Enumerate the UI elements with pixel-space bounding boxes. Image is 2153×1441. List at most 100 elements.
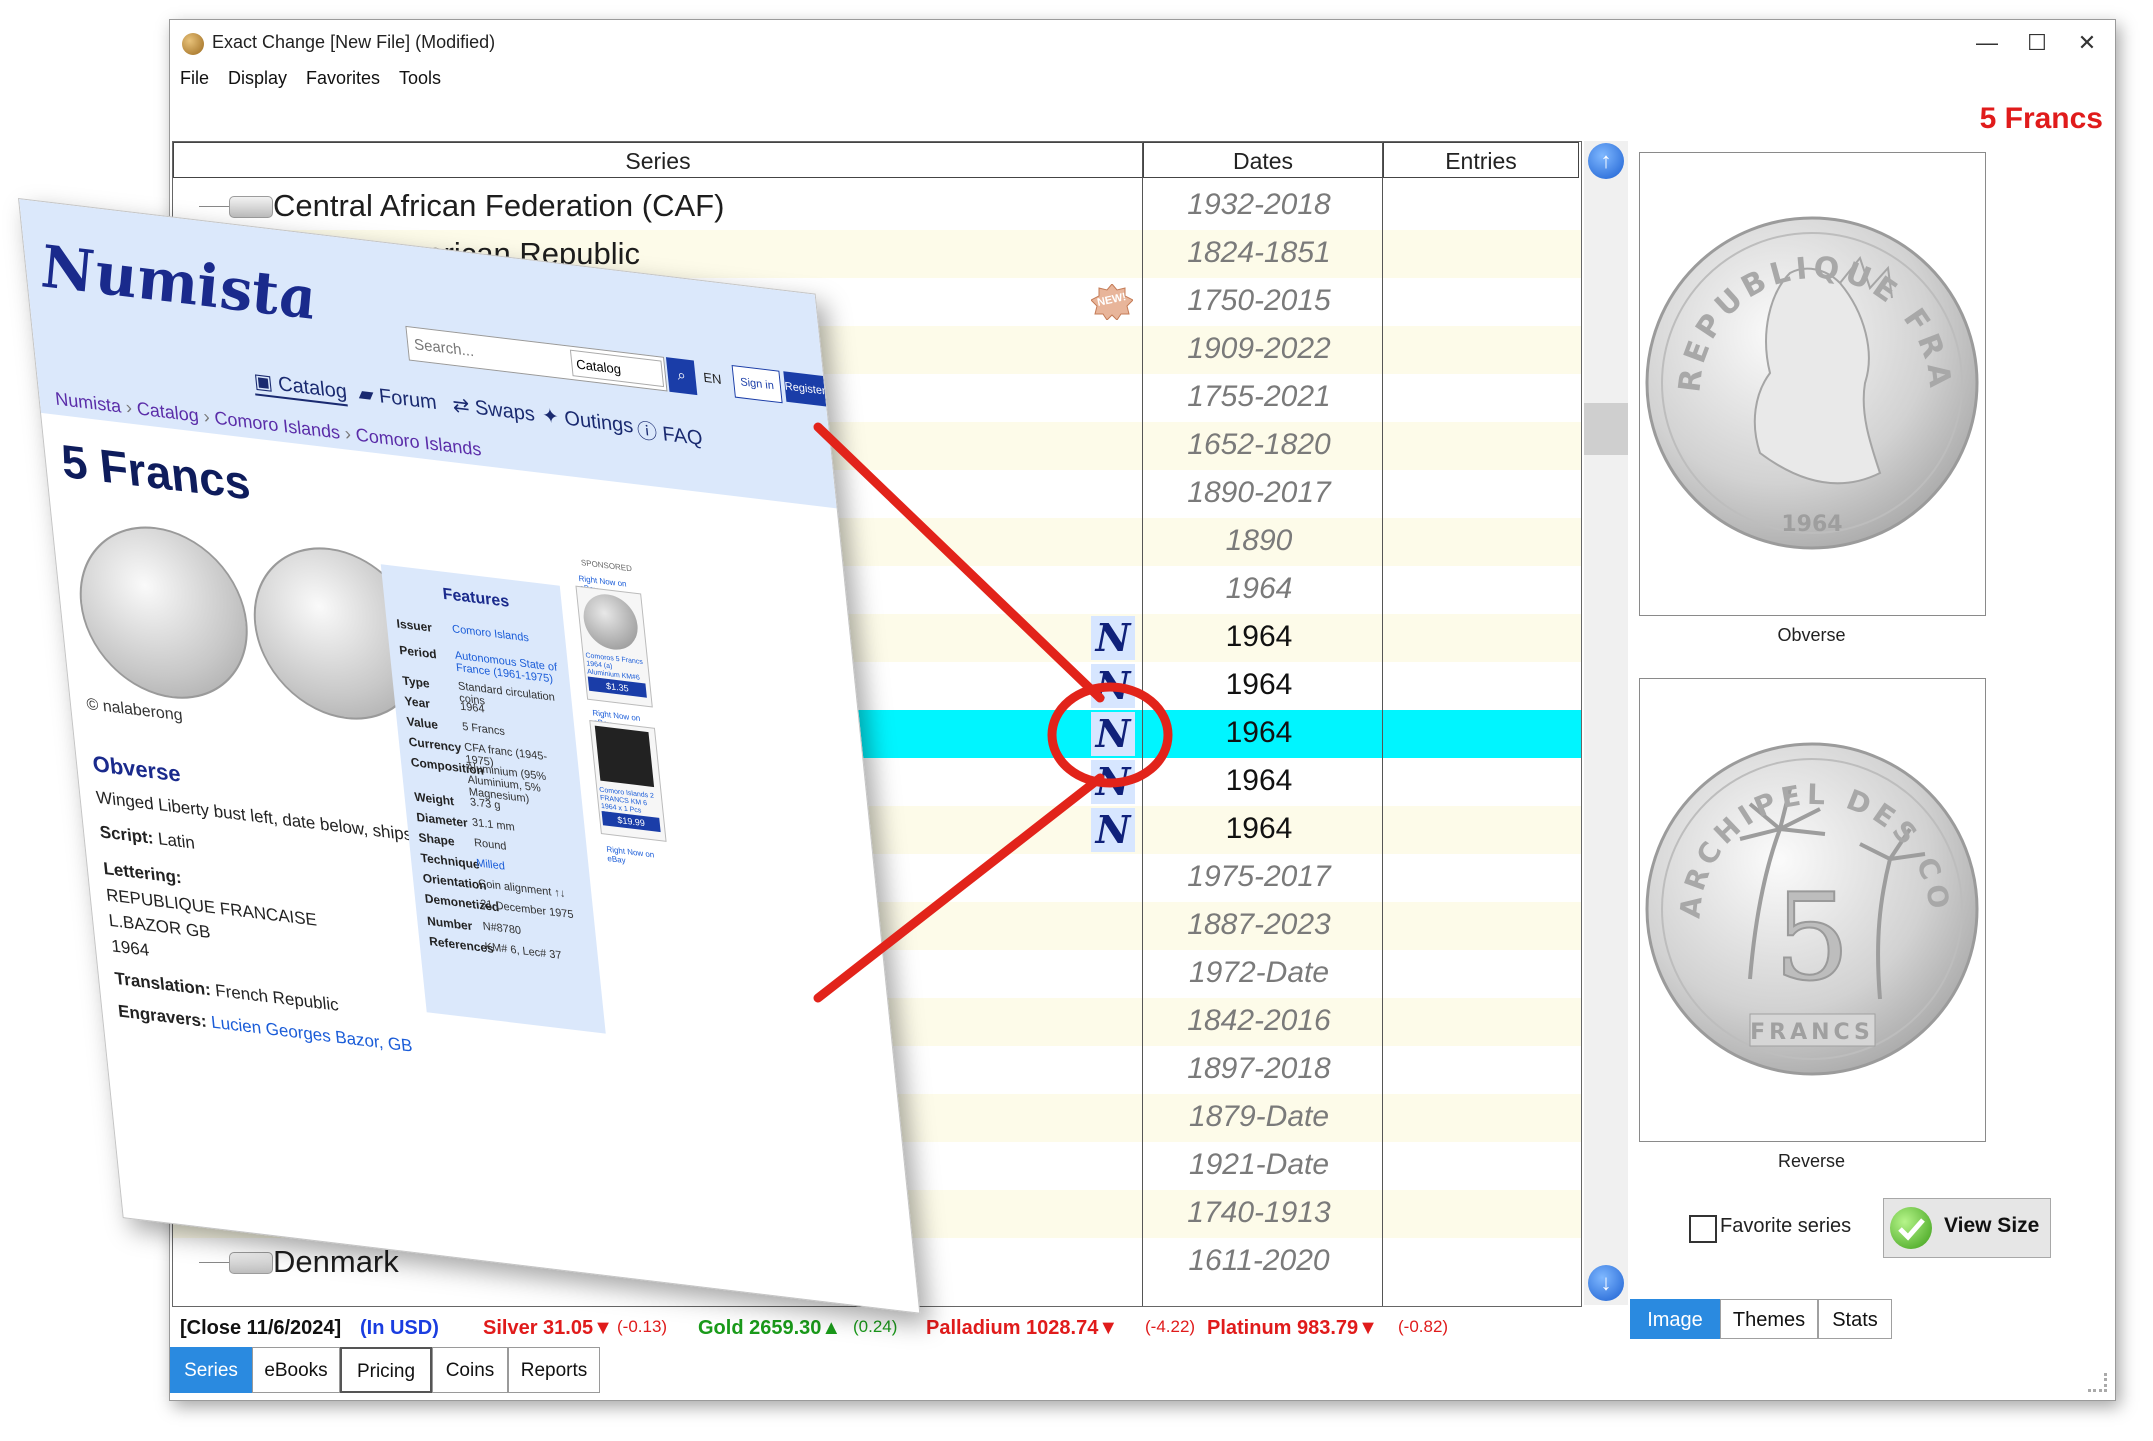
new-badge-icon: NEW!: [1090, 283, 1134, 321]
reverse-caption: Reverse: [1777, 1151, 1846, 1171]
app-coin-icon: [182, 33, 204, 55]
window-title: Exact Change [New File] (Modified): [212, 32, 496, 52]
feature-key: Year: [403, 693, 431, 712]
ebay-ad-2[interactable]: Comoro Islands 2 FRANCS KM 6 1964 x 1 Pc…: [589, 719, 667, 842]
script-label: Script:: [98, 822, 155, 848]
feature-value: 31 December 1975: [479, 897, 575, 922]
nav-label: FAQ: [661, 422, 704, 451]
column-header-series[interactable]: Series: [173, 142, 1143, 178]
sponsored-label: SPONSORED: [580, 558, 633, 574]
maximize-button[interactable]: ☐: [2015, 26, 2059, 60]
dates-cell: 1890: [1225, 524, 1293, 557]
nav-label: Catalog: [277, 372, 348, 404]
dates-cell: 1755-2021: [1187, 380, 1331, 413]
ad3-label: Right Now on eBay: [605, 844, 655, 866]
numista-link-icon[interactable]: N: [1091, 760, 1135, 804]
close-date: [Close 11/6/2024]: [180, 1317, 342, 1339]
ad2-coin-icon: [594, 725, 655, 788]
numista-script: Script: Latin: [99, 822, 196, 854]
numista-signin-button[interactable]: Sign in: [731, 365, 783, 404]
silver-change: (-0.13): [617, 1317, 668, 1336]
currency-label: (In USD): [360, 1317, 439, 1339]
feature-key: Shape: [417, 830, 456, 849]
numista-register-button[interactable]: Register: [783, 371, 826, 407]
view-size-label: View Size: [1944, 1214, 2040, 1237]
table-row[interactable]: Central African Federation (CAF) 1932-201…: [173, 182, 1581, 230]
menu-tools[interactable]: Tools: [399, 68, 441, 89]
tab-ebooks[interactable]: eBooks: [252, 1347, 340, 1393]
numista-search-icon[interactable]: ⌕: [665, 357, 698, 396]
numista-link-icon[interactable]: N: [1091, 808, 1135, 852]
script-value: Latin: [157, 829, 196, 853]
tab-coins[interactable]: Coins: [432, 1347, 508, 1393]
dates-cell: 1842-2016: [1187, 1004, 1331, 1037]
minimize-button[interactable]: —: [1965, 26, 2009, 60]
numista-link-icon[interactable]: N: [1091, 664, 1135, 708]
engravers-label: Engravers:: [117, 1001, 208, 1032]
engravers-link[interactable]: Lucien Georges Bazor, GB: [210, 1012, 413, 1055]
dates-cell: 1890-2017: [1187, 476, 1331, 509]
tab-stats[interactable]: Stats: [1818, 1299, 1892, 1339]
feature-value[interactable]: Comoro Islands: [452, 623, 563, 648]
dates-cell: 1964: [1225, 620, 1293, 653]
reverse-unit: FRANCS: [1750, 1020, 1874, 1045]
numista-features-panel: Features Issuer Comoro Islands Period Auton…: [380, 564, 606, 1034]
column-header-entries[interactable]: Entries: [1383, 142, 1579, 178]
ebay-ad-1[interactable]: Comoros 5 Francs 1964 (a) Aluminium KM#6…: [575, 585, 653, 708]
column-divider: [1142, 142, 1143, 1306]
feature-key: Currency: [408, 734, 462, 755]
dates-cell: 1964: [1225, 572, 1293, 605]
menu-bar: File Display Favorites Tools: [170, 68, 2115, 96]
dates-cell: 1964: [1225, 812, 1293, 845]
numista-lettering-line: 1964: [110, 936, 151, 960]
tab-series[interactable]: Series: [170, 1347, 252, 1393]
tab-reports[interactable]: Reports: [508, 1347, 600, 1393]
favorite-series-checkbox[interactable]: [1689, 1215, 1717, 1243]
column-header-dates[interactable]: Dates: [1143, 142, 1383, 178]
menu-display[interactable]: Display: [228, 68, 287, 89]
tab-image[interactable]: Image: [1630, 1299, 1720, 1339]
obverse-coin-icon: REPUBLIQUE FRANCAISE 1964: [1625, 126, 1979, 550]
platinum-change: (-0.82): [1398, 1317, 1449, 1336]
dates-cell: 1750-2015: [1187, 284, 1331, 317]
feature-key: Number: [426, 913, 473, 934]
feature-value: KM# 6, Lec# 37: [484, 940, 563, 963]
resize-grip[interactable]: [2088, 1373, 2107, 1392]
palladium-change: (-4.22): [1145, 1317, 1196, 1336]
numista-language-select[interactable]: EN: [703, 370, 723, 387]
dates-cell: 1652-1820: [1187, 428, 1331, 461]
silver-price: Silver 31.05▼: [483, 1317, 613, 1339]
dates-cell: 1921-Date: [1188, 1148, 1330, 1181]
reverse-image[interactable]: ARCHIPEL DES COMORES 5 FRANCS: [1624, 653, 1986, 1142]
scroll-up-arrow-icon[interactable]: ↑: [1588, 143, 1624, 179]
column-divider: [1382, 142, 1383, 1306]
scroll-down-arrow-icon[interactable]: ↓: [1588, 1265, 1624, 1301]
scroll-thumb[interactable]: [1584, 403, 1628, 455]
tab-themes[interactable]: Themes: [1720, 1299, 1818, 1339]
feature-key: Weight: [413, 789, 455, 809]
features-title: Features: [441, 585, 510, 611]
obverse-image[interactable]: REPUBLIQUE FRANCAISE 1964: [1625, 126, 1986, 616]
menu-favorites[interactable]: Favorites: [306, 68, 380, 89]
tree-connector: [199, 1262, 229, 1264]
tab-pricing[interactable]: Pricing: [340, 1347, 432, 1393]
numista-obverse-heading: Obverse: [91, 750, 182, 787]
title-bar: Exact Change [New File] (Modified) — ☐ ✕: [170, 20, 2115, 66]
dates-cell: 1964: [1225, 668, 1293, 701]
dates-cell: 1932-2018: [1187, 188, 1331, 221]
vertical-scrollbar[interactable]: ↑ ↓: [1584, 141, 1628, 1305]
favorite-series-label: Favorite series: [1720, 1215, 1852, 1237]
numista-link-icon[interactable]: N: [1091, 712, 1135, 756]
close-button[interactable]: ✕: [2065, 26, 2109, 60]
series-folder-icon[interactable]: [229, 196, 273, 218]
numista-obverse-coin-icon[interactable]: [71, 517, 257, 709]
view-size-button[interactable]: View Size: [1883, 1198, 2051, 1258]
dates-cell: 1824-1851: [1187, 236, 1331, 269]
feature-key: Value: [405, 714, 439, 733]
dates-cell: 1611-2020: [1188, 1244, 1330, 1277]
feature-key: Type: [401, 673, 431, 691]
numista-link-icon[interactable]: N: [1091, 616, 1135, 660]
translation-label: Translation:: [113, 968, 212, 1000]
menu-file[interactable]: File: [180, 68, 209, 89]
feature-key: Period: [398, 642, 438, 662]
